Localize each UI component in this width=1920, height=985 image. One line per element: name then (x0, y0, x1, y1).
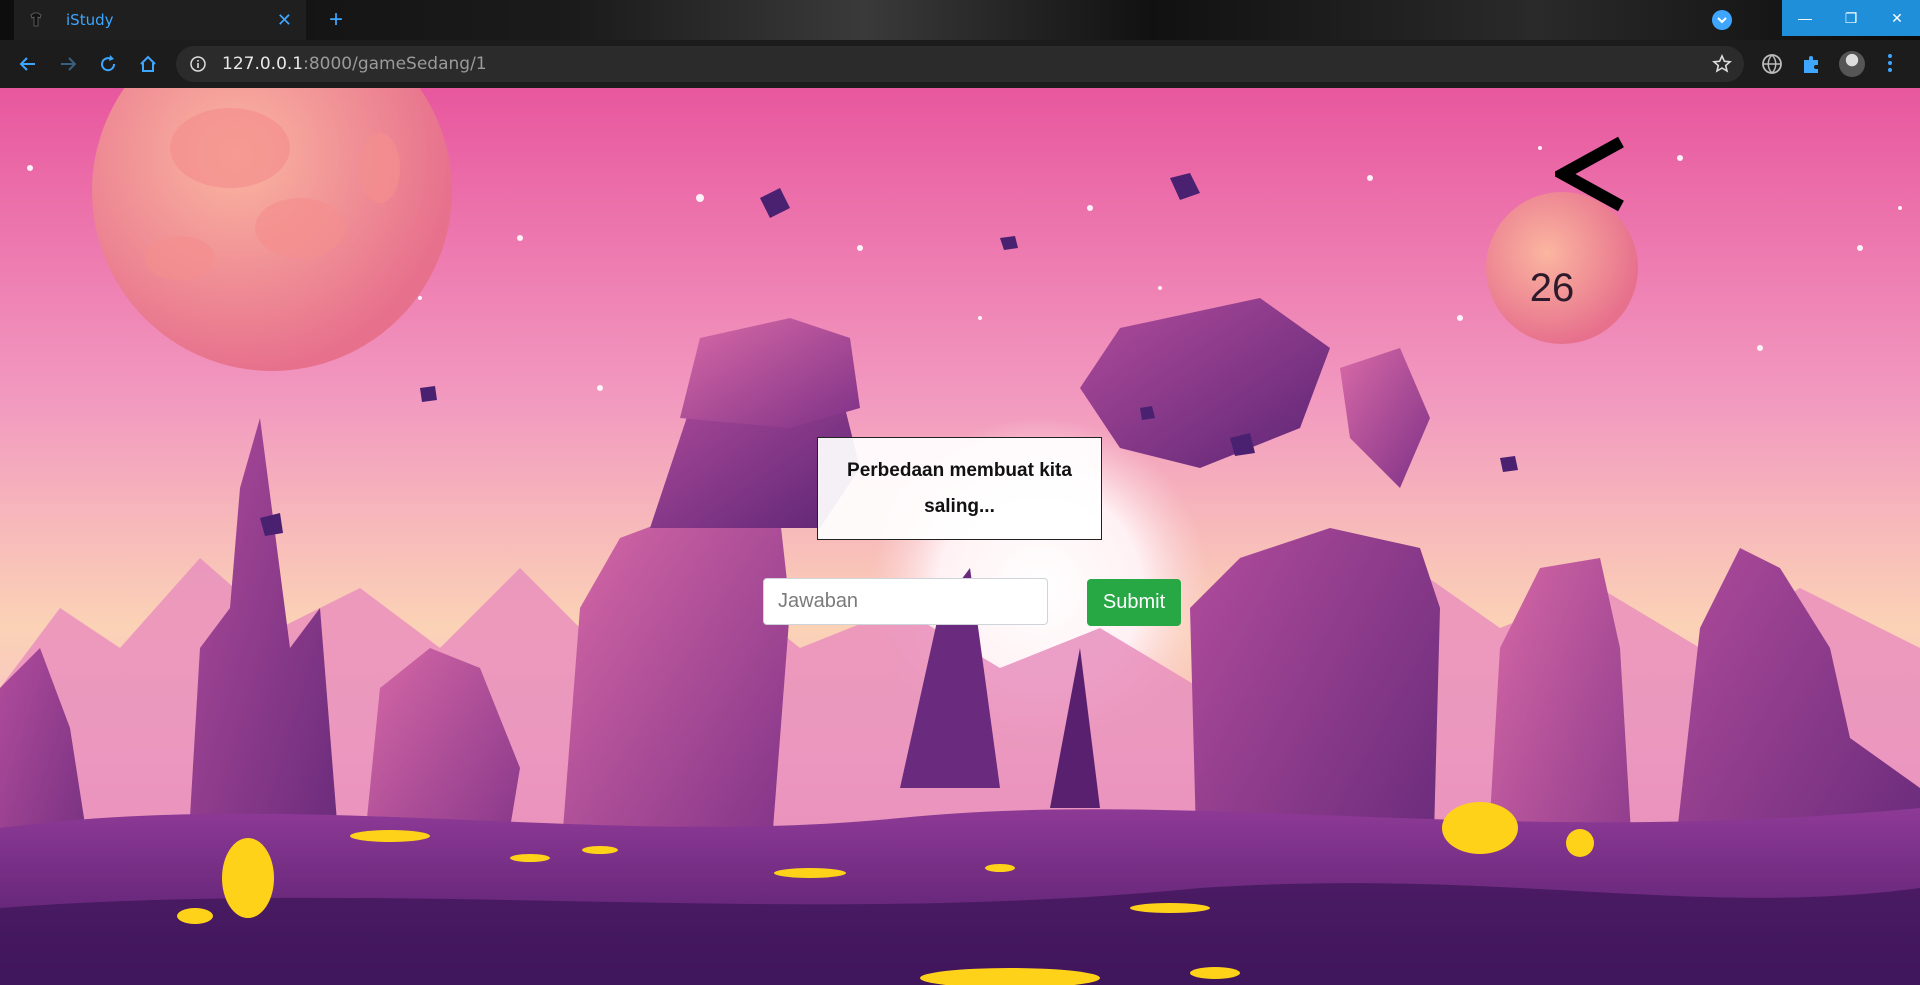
kebab-menu-icon[interactable] (1886, 52, 1894, 74)
url-host: 127.0.0.1 (222, 54, 304, 74)
istudy-favicon-icon (30, 12, 42, 27)
browser-tab[interactable]: iStudy ✕ (14, 0, 306, 40)
browser-toolbar: 127.0.0.1:8000/gameSedang/1 (0, 40, 1920, 88)
arrow-right-icon (61, 57, 77, 71)
extensions-puzzle-icon[interactable] (1800, 52, 1824, 76)
question-text: Perbedaan membuat kita saling... (847, 459, 1072, 517)
restore-button[interactable]: ❐ (1828, 0, 1874, 36)
bookmark-star-icon[interactable] (1712, 54, 1732, 74)
tab-search-icon[interactable] (1712, 10, 1732, 30)
forward-button[interactable] (56, 52, 80, 76)
home-icon (140, 55, 156, 72)
game-page: Perbedaan membuat kita saling... Submit … (0, 88, 1920, 985)
tab-close-icon[interactable]: ✕ (277, 10, 292, 31)
reload-button[interactable] (96, 52, 120, 76)
tab-title: iStudy (66, 11, 114, 29)
home-button[interactable] (136, 52, 160, 76)
countdown-timer: 26 (1529, 266, 1575, 310)
submit-button[interactable]: Submit (1087, 579, 1181, 626)
close-window-button[interactable]: ✕ (1874, 0, 1920, 36)
translate-globe-icon[interactable] (1760, 52, 1784, 76)
info-icon[interactable] (190, 56, 206, 72)
reload-icon (101, 55, 116, 72)
back-chevron-icon[interactable] (1555, 132, 1625, 216)
url-path: :8000/gameSedang/1 (303, 54, 487, 74)
url-text: 127.0.0.1:8000/gameSedang/1 (222, 54, 487, 74)
new-tab-button[interactable]: + (323, 8, 349, 34)
profile-avatar[interactable] (1839, 51, 1865, 77)
minimize-button[interactable]: — (1782, 0, 1828, 36)
answer-input[interactable] (763, 578, 1048, 625)
question-card: Perbedaan membuat kita saling... (817, 437, 1102, 540)
back-button[interactable] (16, 52, 40, 76)
arrow-left-icon (19, 57, 35, 71)
tab-strip: iStudy ✕ + — ❐ ✕ (0, 0, 1920, 40)
window-controls: — ❐ ✕ (1782, 0, 1920, 36)
address-bar[interactable]: 127.0.0.1:8000/gameSedang/1 (176, 46, 1744, 82)
